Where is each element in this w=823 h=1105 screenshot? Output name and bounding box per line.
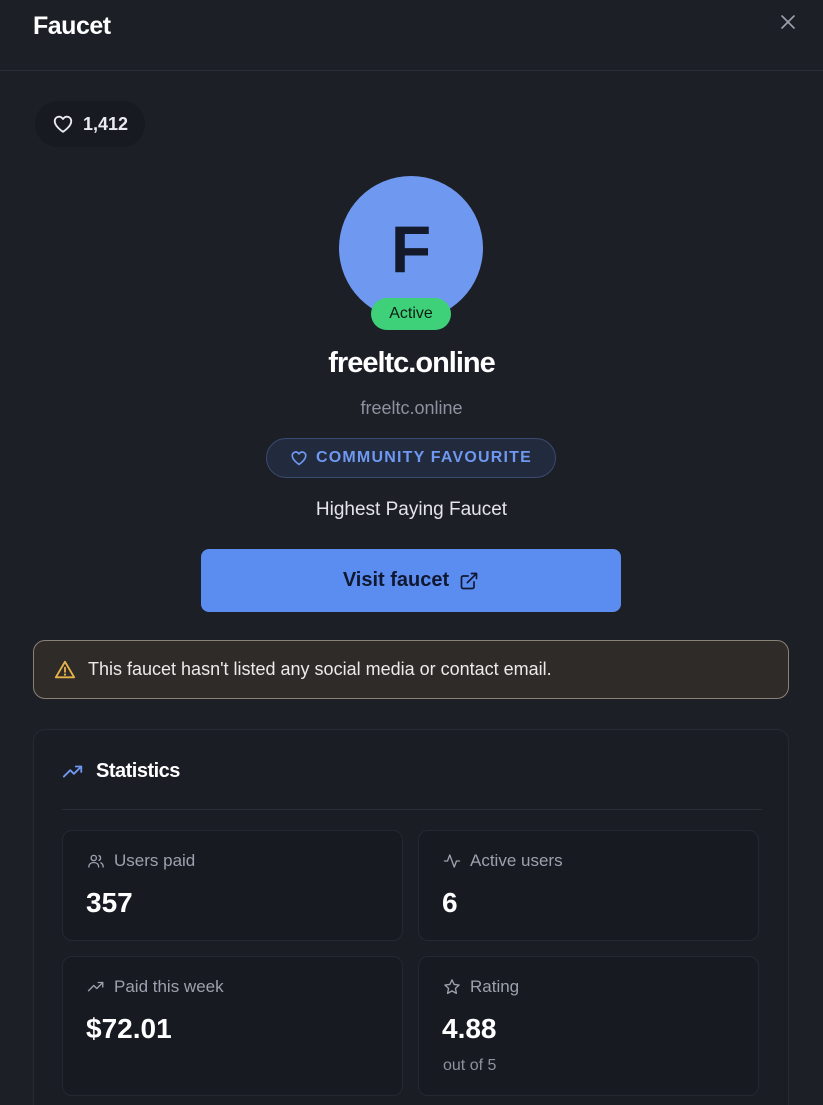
statistics-card: Statistics Users paid 357 Active users 6 (33, 729, 789, 1105)
stat-paid-this-week: Paid this week $72.01 (62, 956, 403, 1096)
community-favourite-badge: COMMUNITY FAVOURITE (266, 438, 556, 478)
stat-value: 4.88 (442, 1013, 497, 1044)
external-link-icon (460, 572, 478, 589)
trending-up-icon (62, 765, 83, 777)
stat-value: 357 (86, 887, 133, 918)
divider (62, 809, 762, 810)
like-button[interactable]: 1,412 (35, 101, 145, 147)
close-button[interactable] (776, 10, 800, 34)
statistics-title: Statistics (96, 760, 180, 782)
avatar-letter: F (390, 212, 432, 286)
close-icon (781, 15, 795, 29)
likes-count: 1,412 (83, 113, 129, 134)
heart-icon (53, 115, 73, 133)
stat-rating: Rating 4.88 out of 5 (418, 956, 759, 1096)
stat-label-text: Users paid (114, 851, 196, 870)
faucet-url: freeltc.online (360, 398, 463, 418)
modal-header: Faucet (0, 0, 823, 71)
status-badge: Active (371, 298, 451, 330)
stat-label: Paid this week (87, 977, 224, 997)
stat-label-text: Paid this week (114, 977, 224, 996)
stat-label: Rating (443, 977, 519, 997)
stat-active-users: Active users 6 (418, 830, 759, 941)
stat-label: Users paid (87, 851, 195, 871)
badge-label: COMMUNITY FAVOURITE (316, 449, 532, 466)
faucet-tagline: Highest Paying Faucet (315, 499, 508, 520)
heart-icon (291, 451, 307, 466)
warning-alert: This faucet hasn't listed any social med… (33, 640, 789, 699)
warning-text: This faucet hasn't listed any social med… (88, 659, 552, 679)
stat-value: $72.01 (86, 1013, 172, 1044)
activity-icon (443, 854, 461, 868)
star-icon (444, 979, 460, 995)
visit-faucet-label: Visit faucet (342, 569, 450, 591)
faucet-name: freeltc.online (328, 347, 496, 379)
modal-title: Faucet (33, 12, 111, 40)
rating-scale: out of 5 (443, 1057, 497, 1074)
warning-triangle-icon (54, 660, 76, 678)
users-icon (88, 854, 104, 868)
trending-up-icon (87, 981, 104, 992)
stat-label: Active users (443, 851, 563, 871)
faucet-avatar: F Active (339, 176, 483, 336)
stat-value: 6 (442, 887, 458, 918)
stat-label-text: Rating (470, 977, 520, 996)
statistics-header: Statistics (62, 760, 180, 783)
stat-label-text: Active users (470, 851, 563, 870)
visit-faucet-button[interactable]: Visit faucet (201, 549, 621, 612)
stat-users-paid: Users paid 357 (62, 830, 403, 941)
